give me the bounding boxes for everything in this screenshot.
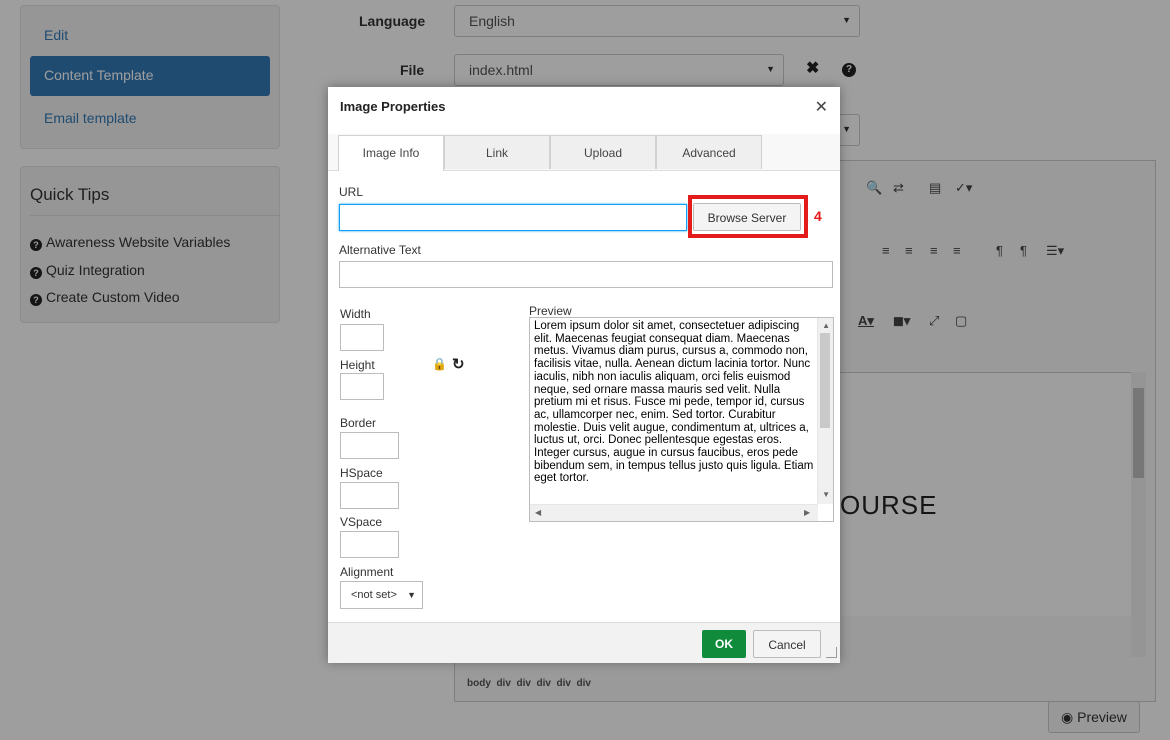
tab-upload[interactable]: Upload	[550, 135, 656, 169]
step-highlight-box	[688, 195, 808, 238]
preview-text: Lorem ipsum dolor sit amet, consectetuer…	[534, 320, 814, 485]
border-input[interactable]	[340, 432, 399, 459]
preview-label: Preview	[529, 304, 572, 318]
vspace-label: VSpace	[340, 515, 383, 529]
tab-advanced[interactable]: Advanced	[656, 135, 762, 169]
tab-link[interactable]: Link	[444, 135, 550, 169]
border-label: Border	[340, 416, 377, 430]
scroll-down-icon[interactable]: ▼	[822, 490, 830, 499]
cancel-button[interactable]: Cancel	[753, 630, 821, 658]
url-input[interactable]	[339, 204, 687, 231]
vspace-input[interactable]	[340, 531, 399, 558]
tab-image-info[interactable]: Image Info	[338, 135, 444, 171]
lock-icon[interactable]: 🔒	[432, 357, 447, 371]
alignment-select[interactable]: <not set> ▼	[340, 581, 423, 609]
preview-pane[interactable]: Lorem ipsum dolor sit amet, consectetuer…	[529, 317, 834, 522]
scroll-right-icon[interactable]: ▶	[804, 508, 810, 517]
hspace-label: HSpace	[340, 466, 383, 480]
reset-icon[interactable]: ↻	[452, 355, 465, 373]
ok-button[interactable]: OK	[702, 630, 746, 658]
dialog-title: Image Properties	[340, 99, 446, 114]
preview-horizontal-scrollbar[interactable]	[530, 504, 818, 521]
step-number: 4	[814, 208, 822, 224]
width-label: Width	[340, 307, 371, 321]
height-label: Height	[340, 358, 375, 372]
close-icon[interactable]: ✕	[815, 97, 828, 117]
width-input[interactable]	[340, 324, 384, 351]
resize-grip[interactable]	[826, 647, 837, 658]
hspace-input[interactable]	[340, 482, 399, 509]
caret-down-icon: ▼	[407, 590, 416, 600]
alignment-value: <not set>	[351, 589, 397, 601]
height-input[interactable]	[340, 373, 384, 400]
scroll-left-icon[interactable]: ◀	[535, 508, 541, 517]
scroll-up-icon[interactable]: ▲	[822, 321, 830, 330]
alignment-label: Alignment	[340, 565, 394, 579]
preview-scrollbar-thumb[interactable]	[820, 333, 830, 428]
image-properties-dialog: Image Properties ✕ Image Info Link Uploa…	[328, 87, 840, 663]
alt-text-input[interactable]	[339, 261, 833, 288]
alt-text-label: Alternative Text	[339, 243, 421, 257]
url-label: URL	[339, 185, 364, 199]
